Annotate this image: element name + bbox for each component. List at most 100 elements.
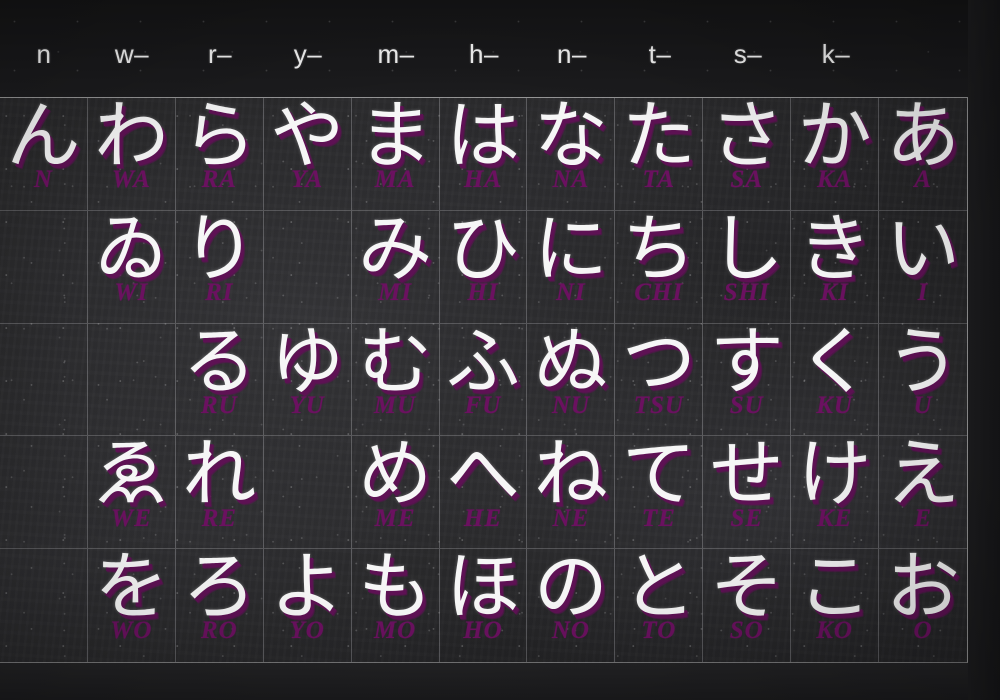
kana-cell[interactable]: け KE — [791, 436, 880, 550]
column-header-9: k– — [821, 39, 851, 69]
kana-cell[interactable]: ゑ WE — [87, 436, 176, 550]
kana-glyph: と — [621, 549, 696, 631]
kana-cell[interactable]: か KA — [791, 98, 880, 211]
kana-cell[interactable]: に NI — [527, 210, 616, 324]
kana-cell[interactable]: な NA — [527, 98, 616, 211]
kana-cell[interactable]: や YA — [263, 98, 352, 211]
kana-glyph: く — [797, 323, 872, 405]
kana-cell[interactable]: も MO — [352, 549, 440, 662]
kana-cell[interactable]: あA — [879, 98, 967, 211]
romaji-label: WA — [111, 166, 151, 194]
kana-cell[interactable]: き KI — [791, 210, 880, 324]
kana-glyph: を — [94, 549, 169, 631]
kana-cell[interactable]: し SHI — [703, 210, 792, 324]
column-header-2: r– — [207, 39, 233, 69]
romaji-label: FU — [464, 391, 502, 419]
kana-glyph: け — [797, 436, 872, 518]
romaji-label: KE — [816, 504, 853, 532]
romaji-label: NE — [552, 504, 590, 532]
column-header-0: n — [36, 39, 52, 69]
column-header-1: w– — [114, 39, 150, 69]
kana-cell[interactable]: て TE — [615, 436, 704, 550]
romaji-label: HI — [467, 279, 499, 307]
kana-cell[interactable]: た TA — [615, 98, 704, 211]
kana-cell[interactable]: る RU — [175, 323, 264, 437]
romaji-label: HO — [463, 617, 503, 645]
kana-cell[interactable]: ね NE — [527, 436, 616, 550]
kana-glyph: に — [533, 210, 608, 292]
kana-glyph: す — [709, 323, 784, 405]
romaji-label: KU — [816, 391, 853, 419]
kana-grid: ん N わ WA ら RA や YA ま MA は HA な NA た TA さ SA か KA あ A ゐ WI り RI み MI… — [0, 97, 968, 663]
romaji-label: TE — [641, 504, 676, 532]
romaji-label: RA — [201, 166, 237, 194]
kana-cell[interactable]: め ME — [351, 436, 440, 550]
kana-cell[interactable]: えE — [879, 436, 967, 550]
kana-cell[interactable]: ら RA — [175, 98, 264, 211]
column-header-10 — [880, 0, 968, 97]
kana-cell[interactable]: つ TSU — [615, 323, 704, 437]
kana-cell[interactable]: ろ RO — [176, 549, 264, 662]
kana-glyph: は — [445, 98, 520, 179]
kana-cell[interactable]: ふ FU — [439, 323, 528, 437]
romaji-label: YO — [289, 617, 325, 645]
romaji-label: E — [914, 504, 932, 532]
kana-cell[interactable]: れ RE — [175, 436, 264, 550]
kana-cell[interactable]: み MI — [351, 210, 440, 324]
kana-cell-empty — [0, 210, 88, 324]
kana-glyph: ち — [621, 210, 696, 292]
kana-glyph: ぬ — [533, 323, 608, 405]
kana-cell[interactable]: せ SE — [703, 436, 792, 550]
kana-cell-empty — [263, 436, 352, 550]
kana-cell[interactable]: うU — [879, 324, 967, 437]
hiragana-chart-board: n w– r– y– m– h– n– t– s– k– ん N わ WA ら RA や YA ま MA は HA な NA… — [0, 0, 1000, 700]
kana-cell[interactable]: ほ HO — [440, 549, 528, 662]
kana-glyph: あ — [886, 98, 961, 179]
kana-glyph: め — [358, 436, 433, 518]
kana-cell[interactable]: は HA — [439, 98, 528, 211]
kana-cell-empty — [0, 549, 88, 662]
kana-glyph: て — [621, 436, 696, 518]
kana-glyph: や — [270, 98, 345, 179]
romaji-label: MA — [374, 166, 416, 194]
kana-glyph: ふ — [445, 323, 520, 405]
kana-cell[interactable]: ち CHI — [615, 210, 704, 324]
romaji-label: SA — [730, 166, 764, 194]
kana-cell[interactable]: ひ HI — [439, 210, 528, 324]
kana-cell[interactable]: と TO — [615, 549, 704, 662]
kana-cell[interactable]: さ SA — [703, 98, 792, 211]
kana-cell[interactable]: ゐ WI — [87, 210, 176, 324]
kana-cell[interactable]: ぬ NU — [527, 323, 616, 437]
romaji-label: MI — [378, 279, 413, 307]
romaji-label: HE — [463, 504, 503, 532]
romaji-label: NO — [551, 617, 590, 645]
kana-cell[interactable]: そ SO — [703, 549, 792, 662]
kana-cell[interactable]: を WO — [88, 549, 176, 662]
romaji-label: SE — [730, 504, 764, 532]
romaji-label: A — [914, 166, 932, 194]
kana-cell[interactable]: んN — [0, 98, 88, 211]
romaji-label: WO — [110, 617, 153, 645]
kana-cell[interactable]: ゆ YU — [263, 323, 352, 437]
kana-cell[interactable]: おO — [879, 549, 967, 662]
kana-glyph: し — [709, 210, 784, 292]
kana-cell[interactable]: へ HE — [439, 436, 528, 550]
kana-glyph: き — [797, 210, 872, 292]
kana-cell[interactable]: す SU — [703, 323, 792, 437]
kana-cell[interactable]: わ WA — [87, 98, 176, 211]
kana-cell[interactable]: こ KO — [791, 549, 880, 662]
kana-glyph: そ — [709, 549, 784, 631]
kana-cell-empty — [263, 210, 352, 324]
kana-glyph: ほ — [445, 549, 520, 631]
kana-glyph: ね — [533, 436, 608, 518]
kana-cell[interactable]: む MU — [351, 323, 440, 437]
kana-cell[interactable]: り RI — [175, 210, 264, 324]
kana-cell[interactable]: いI — [879, 211, 967, 324]
kana-cell[interactable]: よ YO — [264, 549, 352, 662]
kana-cell[interactable]: の NO — [527, 549, 616, 662]
kana-cell[interactable]: ま MA — [351, 98, 440, 211]
kana-cell[interactable]: く KU — [791, 323, 880, 437]
romaji-label: TA — [642, 166, 676, 194]
romaji-label: RU — [200, 391, 238, 419]
kana-glyph: り — [182, 210, 257, 292]
